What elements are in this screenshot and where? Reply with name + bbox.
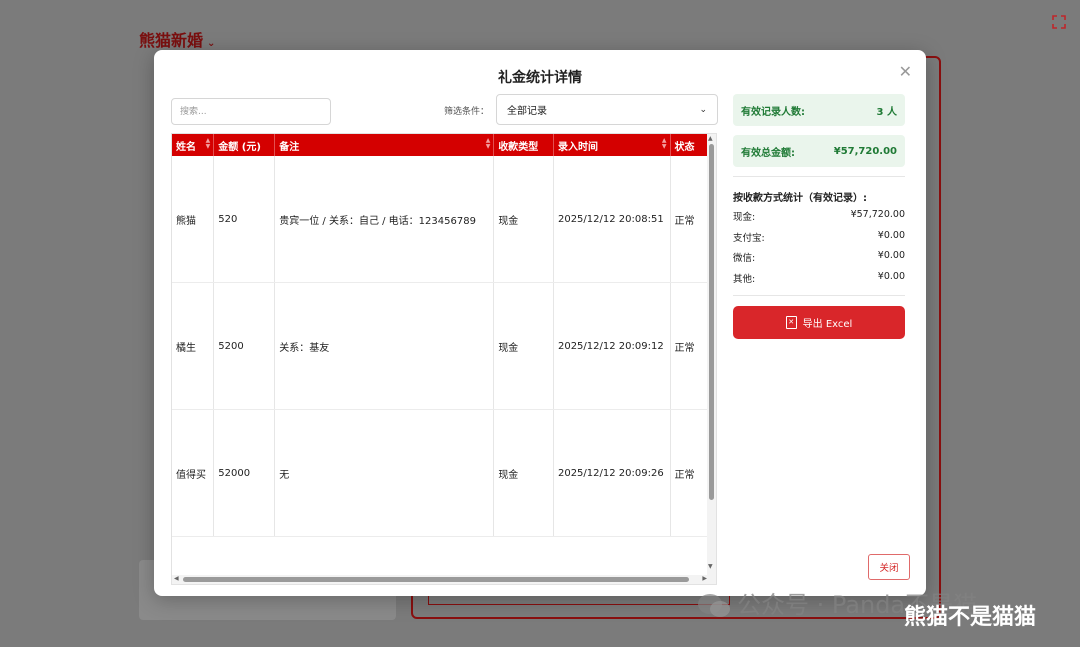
export-excel-label: 导出 Excel — [802, 319, 853, 330]
excel-icon: ✕ — [785, 316, 797, 329]
close-icon[interactable]: ✕ — [899, 62, 912, 81]
chevron-down-icon: ⌄ — [207, 38, 216, 49]
breakdown-row: 支付宝: ¥0.00 — [733, 230, 905, 244]
modal-title: 礼金统计详情 — [498, 70, 582, 86]
cell-entry-time: 2025/12/12 20:09:12 — [553, 282, 671, 410]
filter-select[interactable]: 全部记录 ⌄ — [496, 94, 718, 125]
scroll-down-icon[interactable]: ▼ — [708, 563, 713, 570]
filter-select-value: 全部记录 — [507, 106, 547, 117]
watermark-overlay: 熊猫不是猫猫 — [904, 605, 1037, 630]
cell-entry-time: 2025/12/12 20:09:26 — [553, 409, 671, 537]
breakdown-row: 其他: ¥0.00 — [733, 271, 905, 285]
records-table: 姓名 ▲ ▼ 金额 (元) 备注 ▲ ▼ 收款类型 录入时间 ▲ ▼ 状态 熊猫 520 贵… — [171, 133, 717, 585]
sort-icon: ▲ ▼ — [205, 137, 211, 150]
scrollbar-thumb[interactable] — [709, 144, 714, 500]
cell-name: 熊猫 — [172, 156, 215, 283]
export-excel-button[interactable]: ✕ 导出 Excel — [733, 306, 905, 339]
col-header-remark[interactable]: 备注 ▲ ▼ — [274, 134, 495, 156]
cell-remark: 贵宾一位 / 关系：自己 / 电话：123456789 — [274, 156, 495, 283]
scroll-left-icon[interactable]: ◀ — [174, 575, 179, 582]
cell-payment-type: 现金 — [493, 156, 554, 283]
valid-total-label: 有效总金额: — [741, 147, 795, 159]
cell-remark: 关系：基友 — [274, 282, 495, 410]
close-button[interactable]: 关闭 — [868, 554, 910, 580]
valid-total-value: ¥57,720.00 — [833, 145, 897, 157]
cell-entry-time: 2025/12/12 20:08:51 — [553, 156, 671, 283]
scroll-up-icon[interactable]: ▲ — [708, 135, 713, 142]
valid-count-value: 3 人 — [876, 106, 897, 118]
search-input[interactable] — [171, 98, 331, 125]
table-row[interactable]: 橘生 5200 关系：基友 现金 2025/12/12 20:09:12 正常 — [172, 282, 716, 410]
valid-count-box: 有效记录人数: 3 人 — [733, 94, 905, 126]
fullscreen-icon[interactable] — [1052, 15, 1066, 29]
filter-label: 筛选条件： — [444, 107, 490, 117]
cell-payment-type: 现金 — [493, 409, 554, 537]
horizontal-scrollbar[interactable]: ◀ ▶ — [172, 575, 709, 584]
cell-remark: 无 — [274, 409, 495, 537]
app-title[interactable]: 熊猫新婚 ⌄ — [139, 27, 215, 51]
col-header-payment-type[interactable]: 收款类型 — [493, 134, 554, 156]
cell-amount: 52000 — [213, 409, 276, 537]
cell-amount: 5200 — [213, 282, 276, 410]
scroll-right-icon[interactable]: ▶ — [702, 575, 707, 582]
chevron-down-icon: ⌄ — [699, 104, 707, 115]
sort-icon: ▲ ▼ — [661, 137, 667, 150]
valid-total-box: 有效总金额: ¥57,720.00 — [733, 135, 905, 167]
col-header-name[interactable]: 姓名 ▲ ▼ — [172, 134, 215, 156]
vertical-scrollbar[interactable]: ▲ ▼ — [707, 134, 716, 584]
sort-icon: ▲ ▼ — [485, 137, 491, 150]
divider — [733, 176, 905, 177]
wechat-icon — [698, 594, 730, 617]
breakdown-row: 微信: ¥0.00 — [733, 250, 905, 264]
divider — [733, 295, 905, 296]
cell-amount: 520 — [213, 156, 276, 283]
table-row[interactable]: 熊猫 520 贵宾一位 / 关系：自己 / 电话：123456789 现金 20… — [172, 156, 716, 283]
cell-name: 橘生 — [172, 282, 215, 410]
valid-count-label: 有效记录人数: — [741, 106, 805, 118]
scrollbar-thumb[interactable] — [183, 577, 689, 582]
col-header-entry-time[interactable]: 录入时间 ▲ ▼ — [553, 134, 671, 156]
breakdown-title: 按收款方式统计（有效记录）: — [733, 193, 867, 204]
cell-name: 值得买 — [172, 409, 215, 537]
gift-money-stats-modal: 礼金统计详情 ✕ 筛选条件： 全部记录 ⌄ 姓名▲▼ 金额 (元) 备注▲▼ 收… — [154, 50, 926, 596]
cell-payment-type: 现金 — [493, 282, 554, 410]
breakdown-row: 现金: ¥57,720.00 — [733, 209, 905, 223]
table-row[interactable]: 值得买 52000 无 现金 2025/12/12 20:09:26 正常 — [172, 409, 716, 537]
col-header-amount[interactable]: 金额 (元) — [213, 134, 276, 156]
